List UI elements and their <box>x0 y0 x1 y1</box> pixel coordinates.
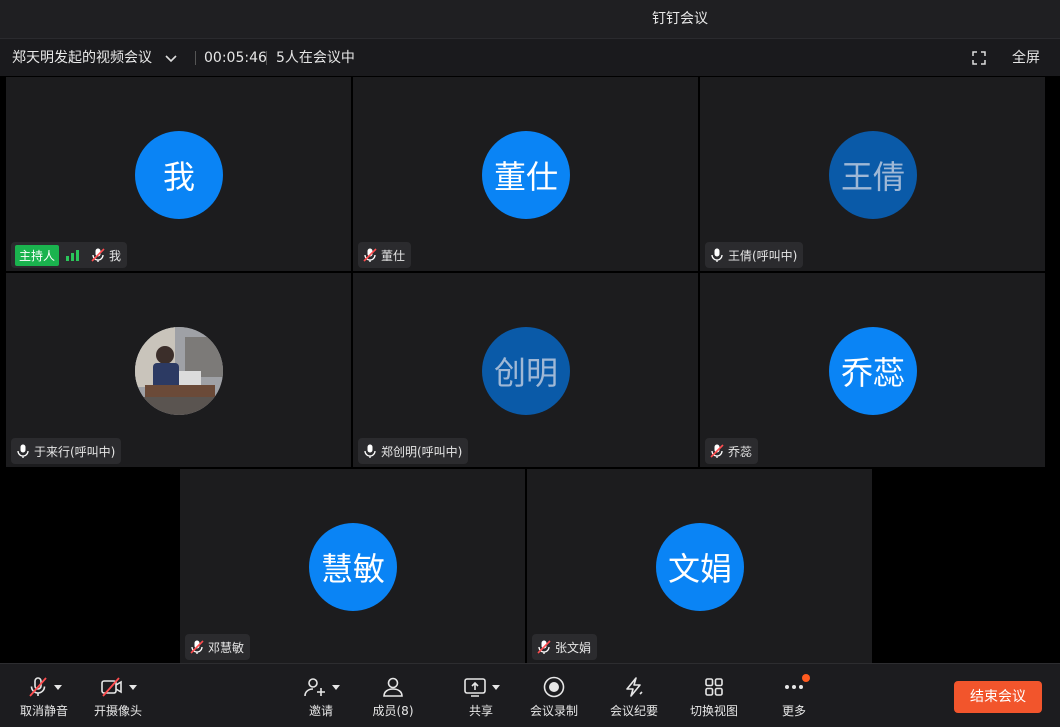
participant-name: 乔蕊 <box>728 444 753 459</box>
chevron-down-icon[interactable] <box>331 684 340 690</box>
mic-icon <box>711 248 723 262</box>
video-tile[interactable]: 创明 郑创明(呼叫中) <box>353 273 698 467</box>
chevron-down-icon[interactable] <box>163 51 179 67</box>
record-button[interactable]: 会议录制 <box>526 674 582 719</box>
video-tile[interactable]: 于来行(呼叫中) <box>6 273 351 467</box>
unmute-button[interactable]: 取消静音 <box>14 674 74 719</box>
mic-muted-icon <box>28 677 47 697</box>
participant-name: 董仕 <box>381 248 406 263</box>
ai-minutes-icon <box>626 677 643 697</box>
video-tile[interactable]: 我 主持人 我 <box>6 77 351 271</box>
record-icon <box>543 676 565 698</box>
camera-button[interactable]: 开摄像头 <box>88 674 148 719</box>
switch-view-label: 切换视图 <box>689 704 738 718</box>
name-badge: 郑创明(呼叫中) <box>358 438 469 464</box>
mic-icon <box>17 444 29 458</box>
window-title: 钉钉会议 <box>652 11 708 27</box>
meeting-toolbar: 取消静音 开摄像头 邀请 成员(8) 共享 会议录制 会议纪要 切换视图 更多 … <box>0 663 1060 727</box>
chevron-down-icon[interactable] <box>491 684 500 690</box>
more-button[interactable]: 更多 <box>776 674 812 719</box>
avatar: 乔蕊 <box>829 327 917 415</box>
fullscreen-button[interactable]: 全屏 <box>972 39 1040 77</box>
name-badge: 董仕 <box>358 242 412 268</box>
screen-share-icon <box>463 678 486 697</box>
add-user-icon <box>303 678 325 697</box>
avatar: 董仕 <box>482 131 570 219</box>
meeting-timer: 00:05:46 <box>204 50 267 66</box>
participant-name: 王倩(呼叫中) <box>728 248 798 263</box>
signal-icon <box>66 249 80 261</box>
invite-label: 邀请 <box>308 704 333 718</box>
avatar: 文娟 <box>656 523 744 611</box>
fullscreen-label: 全屏 <box>1012 50 1040 66</box>
video-tile[interactable]: 王倩 王倩(呼叫中) <box>700 77 1045 271</box>
avatar: 王倩 <box>829 131 917 219</box>
avatar: 我 <box>135 131 223 219</box>
meeting-info-bar: 郑天明发起的视频会议 00:05:46 5人在会议中 全屏 <box>0 38 1060 76</box>
name-badge: 主持人 我 <box>11 242 128 268</box>
name-badge: 于来行(呼叫中) <box>11 438 122 464</box>
more-label: 更多 <box>781 704 806 718</box>
profile-photo <box>135 327 223 415</box>
fullscreen-icon <box>972 51 986 65</box>
switch-view-button[interactable]: 切换视图 <box>686 674 742 719</box>
name-badge: 邓慧敏 <box>185 634 251 660</box>
unmute-label: 取消静音 <box>19 704 68 718</box>
chevron-down-icon[interactable] <box>128 684 137 690</box>
divider <box>266 51 267 65</box>
avatar: 创明 <box>482 327 570 415</box>
video-tile[interactable]: 董仕 董仕 <box>353 77 698 271</box>
camera-off-icon <box>100 677 122 697</box>
notification-dot <box>802 674 810 682</box>
mic-icon <box>364 444 376 458</box>
name-badge: 王倩(呼叫中) <box>705 242 804 268</box>
mic-muted-icon <box>710 444 724 458</box>
members-label: 成员(8) <box>372 704 414 718</box>
participant-count: 5人在会议中 <box>276 50 355 66</box>
members-icon <box>383 677 403 697</box>
divider <box>195 51 196 65</box>
meeting-name[interactable]: 郑天明发起的视频会议 <box>12 39 152 77</box>
chevron-down-icon[interactable] <box>53 684 62 690</box>
members-button[interactable]: 成员(8) <box>366 674 420 719</box>
host-badge: 主持人 <box>15 244 60 266</box>
participant-name: 郑创明(呼叫中) <box>381 444 463 459</box>
invite-button[interactable]: 邀请 <box>296 674 346 719</box>
minutes-button[interactable]: 会议纪要 <box>606 674 662 719</box>
mic-muted-icon <box>91 248 105 262</box>
video-tile[interactable]: 文娟 张文娟 <box>527 469 872 663</box>
minutes-label: 会议纪要 <box>609 704 658 718</box>
mic-muted-icon <box>363 248 377 262</box>
end-meeting-button[interactable]: 结束会议 <box>954 681 1042 713</box>
participant-name: 张文娟 <box>555 640 592 655</box>
participant-name: 于来行(呼叫中) <box>34 444 116 459</box>
camera-label: 开摄像头 <box>93 704 142 718</box>
mic-muted-icon <box>190 640 204 654</box>
record-label: 会议录制 <box>529 704 578 718</box>
video-tile[interactable]: 乔蕊 乔蕊 <box>700 273 1045 467</box>
participant-name: 邓慧敏 <box>208 640 245 655</box>
video-tile[interactable]: 慧敏 邓慧敏 <box>180 469 525 663</box>
avatar: 慧敏 <box>309 523 397 611</box>
name-badge: 张文娟 <box>532 634 598 660</box>
title-bar: 钉钉会议 <box>0 0 1060 38</box>
grid-view-icon <box>705 678 723 696</box>
participant-name: 我 <box>109 248 122 263</box>
name-badge: 乔蕊 <box>705 438 759 464</box>
mic-muted-icon <box>537 640 551 654</box>
share-button[interactable]: 共享 <box>458 674 504 719</box>
share-label: 共享 <box>468 704 493 718</box>
